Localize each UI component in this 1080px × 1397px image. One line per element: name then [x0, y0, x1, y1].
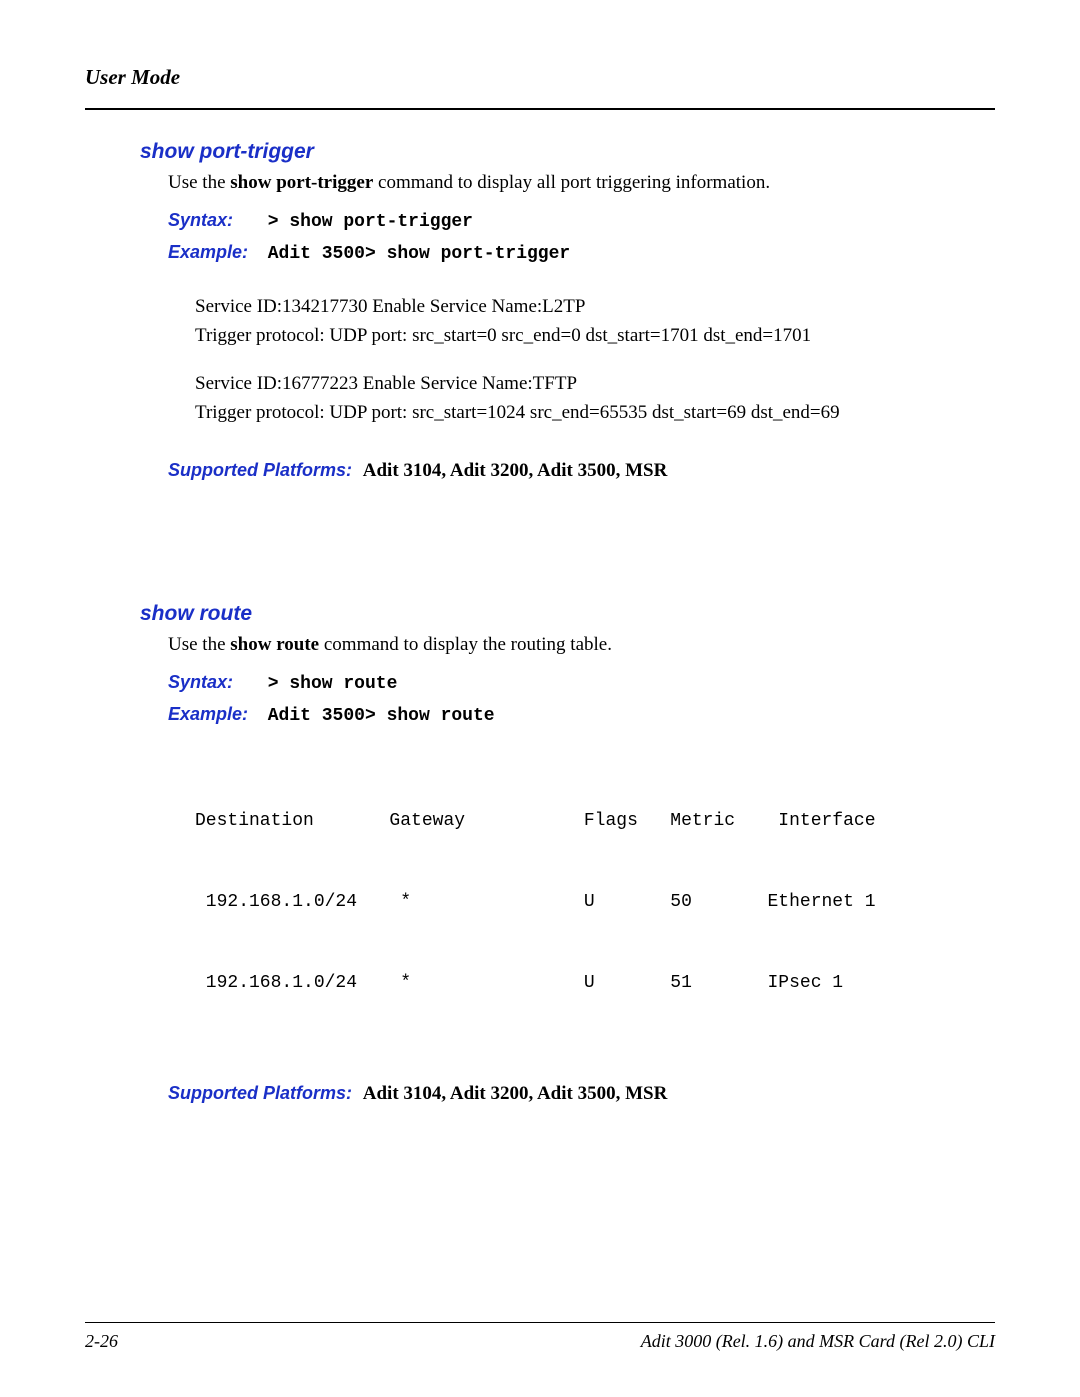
- example-value: Adit 3500> show port-trigger: [268, 244, 570, 264]
- example-line: Example: Adit 3500> show route: [168, 704, 995, 726]
- example-label: Example:: [168, 242, 263, 263]
- spacer: [195, 351, 995, 369]
- example-output: Service ID:134217730 Enable Service Name…: [195, 292, 995, 428]
- intro-text: Use the show route command to display th…: [168, 634, 995, 656]
- output-row: Trigger protocol: UDP port: src_start=10…: [195, 398, 995, 427]
- syntax-label: Syntax:: [168, 210, 263, 231]
- intro-prefix: Use the: [168, 634, 230, 655]
- example-label: Example:: [168, 704, 263, 725]
- page-footer: 2-26 Adit 3000 (Rel. 1.6) and MSR Card (…: [85, 1322, 995, 1352]
- heading-show-route: show route: [140, 602, 995, 626]
- routing-table-output: Destination Gateway Flags Metric Interfa…: [195, 754, 995, 1051]
- example-line: Example: Adit 3500> show port-trigger: [168, 242, 995, 264]
- example-value: Adit 3500> show route: [268, 706, 495, 726]
- intro-bold: show port-trigger: [230, 172, 373, 193]
- syntax-line: Syntax: > show port-trigger: [168, 210, 995, 232]
- intro-suffix: command to display all port triggering i…: [373, 172, 770, 193]
- page-number: 2-26: [85, 1331, 118, 1352]
- supported-label: Supported Platforms:: [168, 1083, 352, 1103]
- output-row: Service ID:16777223 Enable Service Name:…: [195, 369, 995, 398]
- table-header-row: Destination Gateway Flags Metric Interfa…: [195, 808, 995, 835]
- header-rule: [85, 108, 995, 110]
- supported-platforms: Supported Platforms: Adit 3104, Adit 320…: [168, 460, 995, 482]
- intro-bold: show route: [230, 634, 319, 655]
- intro-text: Use the show port-trigger command to dis…: [168, 172, 995, 194]
- table-row: 192.168.1.0/24 * U 51 IPsec 1: [195, 970, 995, 997]
- section-show-port-trigger: show port-trigger Use the show port-trig…: [140, 140, 995, 482]
- supported-label: Supported Platforms:: [168, 460, 352, 480]
- document-page: User Mode show port-trigger Use the show…: [0, 0, 1080, 1397]
- section-show-route: show route Use the show route command to…: [140, 602, 995, 1105]
- page-header-title: User Mode: [85, 65, 995, 90]
- syntax-label: Syntax:: [168, 672, 263, 693]
- intro-suffix: command to display the routing table.: [319, 634, 612, 655]
- output-row: Service ID:134217730 Enable Service Name…: [195, 292, 995, 321]
- footer-row: 2-26 Adit 3000 (Rel. 1.6) and MSR Card (…: [85, 1331, 995, 1352]
- manual-title: Adit 3000 (Rel. 1.6) and MSR Card (Rel 2…: [641, 1331, 995, 1352]
- intro-prefix: Use the: [168, 172, 230, 193]
- output-row: Trigger protocol: UDP port: src_start=0 …: [195, 321, 995, 350]
- supported-value: Adit 3104, Adit 3200, Adit 3500, MSR: [363, 1083, 668, 1104]
- footer-rule: [85, 1322, 995, 1323]
- syntax-line: Syntax: > show route: [168, 672, 995, 694]
- table-row: 192.168.1.0/24 * U 50 Ethernet 1: [195, 889, 995, 916]
- syntax-value: > show route: [268, 674, 398, 694]
- heading-show-port-trigger: show port-trigger: [140, 140, 995, 164]
- supported-platforms: Supported Platforms: Adit 3104, Adit 320…: [168, 1083, 995, 1105]
- syntax-value: > show port-trigger: [268, 212, 473, 232]
- supported-value: Adit 3104, Adit 3200, Adit 3500, MSR: [363, 460, 668, 481]
